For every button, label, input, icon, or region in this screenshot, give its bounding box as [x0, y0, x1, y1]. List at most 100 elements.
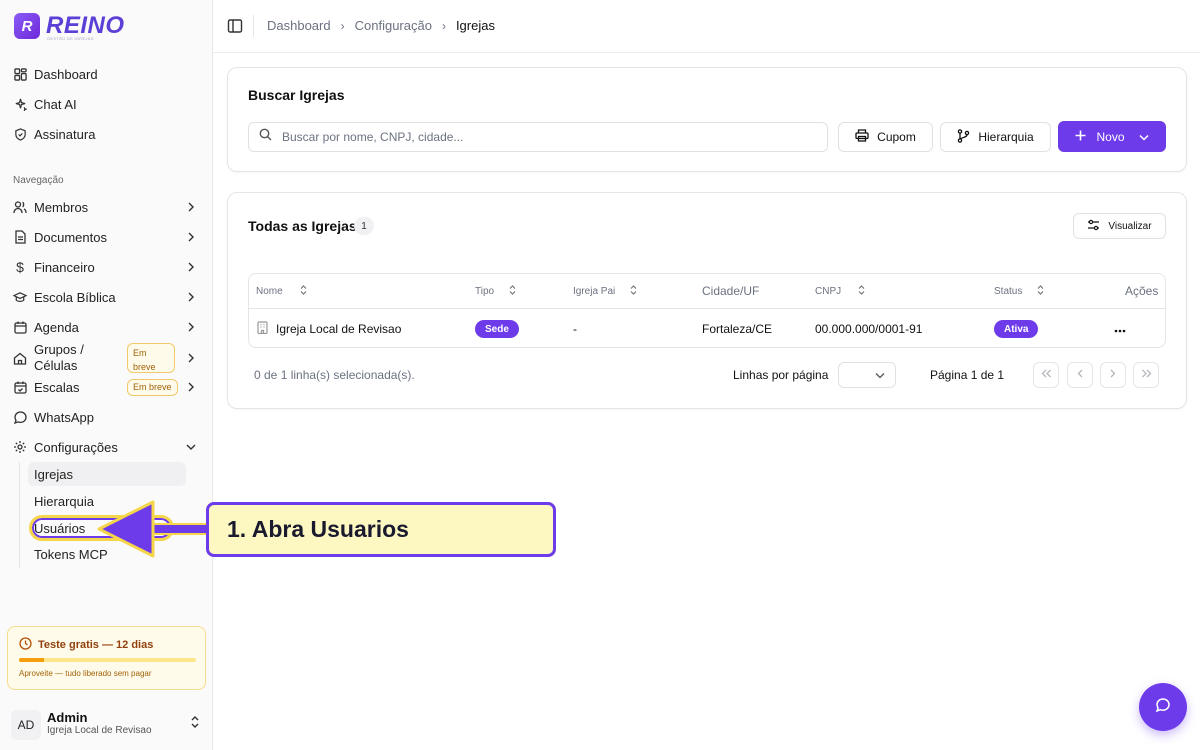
- page-indicator: Página 1 de 1: [930, 368, 1005, 382]
- sidebar-item-label: Assinatura: [34, 126, 96, 142]
- column-header-nome[interactable]: Nome: [256, 274, 307, 308]
- breadcrumb-configuracao[interactable]: Configuração: [355, 18, 432, 33]
- hierarquia-button[interactable]: Hierarquia: [940, 122, 1051, 152]
- message-circle-icon: [13, 410, 27, 424]
- column-header-cidade: Cidade/UF: [702, 284, 760, 298]
- search-input[interactable]: [282, 130, 827, 144]
- sort-icon: [509, 284, 516, 298]
- church-type-cell: Sede: [475, 309, 519, 349]
- users-icon: [13, 200, 27, 214]
- sidebar-item-label: Chat AI: [34, 96, 77, 112]
- column-header-tipo[interactable]: Tipo: [475, 274, 516, 308]
- search-box[interactable]: [248, 122, 828, 152]
- top-header: Dashboard › Configuração › Igrejas: [213, 0, 1200, 53]
- rows-per-page-select[interactable]: [838, 362, 896, 388]
- plus-icon: [1075, 130, 1086, 144]
- visualizar-button-label: Visualizar: [1108, 220, 1152, 232]
- sidebar-subitem-igrejas[interactable]: Igrejas: [28, 462, 186, 486]
- trial-banner[interactable]: Teste gratis — 12 dias Aproveite — tudo …: [7, 626, 206, 690]
- trial-note: Aproveite — tudo liberado sem pagar: [19, 669, 152, 678]
- header-divider: [253, 15, 254, 37]
- chevron-left-icon: [1077, 369, 1083, 381]
- sidebar-item-label: Financeiro: [34, 259, 95, 275]
- coming-soon-badge: Em breve: [127, 379, 178, 396]
- message-circle-icon: [1155, 697, 1171, 718]
- table-row[interactable]: Igreja Local de Revisao: [256, 309, 401, 349]
- user-menu[interactable]: AD Admin Igreja Local de Revisao: [8, 706, 204, 742]
- sliders-icon: [1087, 219, 1100, 234]
- chat-support-button[interactable]: [1139, 683, 1187, 731]
- sidebar-toggle-icon[interactable]: [227, 18, 243, 34]
- sidebar-item-membros[interactable]: Membros: [8, 194, 204, 220]
- church-cnpj-cell: 00.000.000/0001-91: [815, 322, 923, 336]
- sidebar-item-whatsapp[interactable]: WhatsApp: [8, 404, 204, 430]
- first-page-button[interactable]: [1033, 362, 1059, 388]
- chevron-down-icon: [875, 366, 885, 384]
- cupom-button[interactable]: Cupom: [838, 122, 933, 152]
- count-badge: 1: [354, 217, 374, 235]
- row-actions-button[interactable]: [1113, 309, 1127, 349]
- sidebar-item-label: Dashboard: [34, 66, 98, 82]
- column-label: Nome: [256, 285, 283, 297]
- submenu-guide-line: [19, 462, 20, 568]
- column-header-cnpj[interactable]: CNPJ: [815, 274, 865, 308]
- sidebar-item-documentos[interactable]: Documentos: [8, 224, 204, 250]
- sidebar-item-label: Grupos / Células: [34, 342, 84, 373]
- chevron-right-icon: ›: [441, 18, 446, 33]
- church-status-cell: Ativa: [994, 309, 1039, 349]
- building-icon: [256, 321, 269, 337]
- rows-per-page-label: Linhas por página: [733, 368, 829, 382]
- breadcrumb-dashboard[interactable]: Dashboard: [267, 18, 331, 33]
- chevron-right-icon: [184, 260, 198, 274]
- gear-icon: [13, 440, 27, 454]
- sidebar-item-dashboard[interactable]: Dashboard: [8, 61, 204, 87]
- novo-button[interactable]: Novo: [1058, 121, 1166, 152]
- chevrons-up-down-icon: [190, 715, 200, 734]
- instruction-callout: 1. Abra Usuarios: [206, 502, 556, 557]
- breadcrumb-igrejas: Igrejas: [455, 18, 495, 33]
- column-header-status[interactable]: Status: [994, 274, 1044, 308]
- sidebar-item-configuracoes[interactable]: Configurações: [8, 434, 204, 460]
- sidebar-item-label: Agenda: [34, 319, 79, 335]
- chevron-right-icon: [1110, 369, 1116, 381]
- church-parent-cell: -: [573, 322, 577, 336]
- column-label: CNPJ: [815, 285, 842, 297]
- sidebar-item-label: Documentos: [34, 229, 107, 245]
- calendar-icon: [13, 320, 27, 334]
- sidebar-item-financeiro[interactable]: $ Financeiro: [8, 254, 204, 280]
- last-page-button[interactable]: [1133, 362, 1159, 388]
- table-card-title: Todas as Igrejas: [248, 218, 357, 234]
- chevron-right-icon: ›: [340, 18, 345, 33]
- shield-icon: [13, 127, 27, 141]
- hierarquia-button-label: Hierarquia: [978, 130, 1034, 144]
- chevron-down-icon: [184, 440, 198, 454]
- prev-page-button[interactable]: [1067, 362, 1093, 388]
- next-page-button[interactable]: [1100, 362, 1126, 388]
- sidebar-item-label: Configurações: [34, 439, 118, 455]
- novo-button-label: Novo: [1096, 129, 1125, 144]
- column-header-igreja-pai[interactable]: Igreja Pai: [573, 274, 637, 308]
- logo-mark: R: [14, 13, 40, 39]
- more-horizontal-icon: [1114, 322, 1126, 336]
- cupom-button-label: Cupom: [877, 130, 916, 144]
- type-badge: Sede: [475, 320, 519, 338]
- graduation-cap-icon: [13, 290, 27, 304]
- column-label: Tipo: [475, 285, 495, 297]
- section-label-navegacao: Navegação: [13, 175, 64, 186]
- trial-progress-bar: [19, 658, 196, 662]
- sidebar-item-assinatura[interactable]: Assinatura: [8, 121, 204, 147]
- git-branch-icon: [957, 128, 970, 146]
- trial-progress-fill: [19, 658, 44, 662]
- file-icon: [13, 230, 27, 244]
- church-name: Igreja Local de Revisao: [276, 322, 402, 336]
- breadcrumb: Dashboard › Configuração › Igrejas: [267, 18, 495, 33]
- sidebar-item-agenda[interactable]: Agenda: [8, 314, 204, 340]
- sidebar-item-chat-ai[interactable]: Chat AI: [8, 91, 204, 117]
- dollar-icon: $: [16, 259, 24, 275]
- visualizar-button[interactable]: Visualizar: [1073, 213, 1166, 239]
- sidebar-item-escola-biblica[interactable]: Escola Bíblica: [8, 284, 204, 310]
- avatar: AD: [11, 710, 41, 740]
- column-label: Status: [994, 285, 1023, 297]
- chevrons-right-icon: [1141, 369, 1152, 381]
- chevrons-left-icon: [1041, 369, 1052, 381]
